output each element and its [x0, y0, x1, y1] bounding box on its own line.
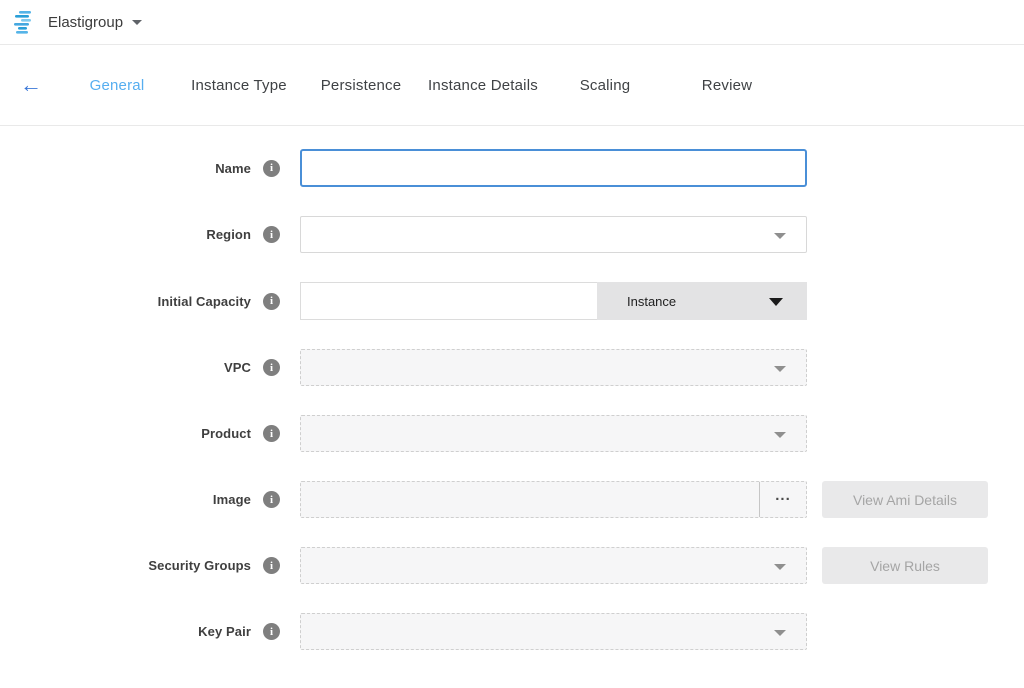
capacity-unit-value: Instance [627, 294, 676, 309]
capacity-unit-select[interactable]: Instance [597, 282, 807, 320]
vpc-label: VPC [0, 360, 251, 375]
form-row-security-groups: Security Groups i View Rules [0, 547, 1024, 584]
security-groups-label: Security Groups [0, 558, 251, 573]
tab-instance-type[interactable]: Instance Type [178, 77, 300, 94]
key-pair-select [300, 613, 807, 650]
tab-scaling[interactable]: Scaling [544, 77, 666, 94]
initial-capacity-input[interactable] [300, 282, 597, 320]
view-ami-details-button[interactable]: View Ami Details [822, 481, 988, 518]
key-pair-label: Key Pair [0, 624, 251, 639]
initial-capacity-label: Initial Capacity [0, 294, 251, 309]
chevron-down-icon [769, 298, 783, 306]
security-groups-select [300, 547, 807, 584]
chevron-down-icon [774, 432, 786, 438]
product-label: Product [0, 426, 251, 441]
wizard-tab-bar: ← General Instance Type Persistence Inst… [0, 45, 1024, 126]
image-picker: ... [300, 481, 807, 518]
region-label: Region [0, 227, 251, 242]
info-icon[interactable]: i [263, 293, 280, 310]
chevron-down-icon[interactable] [132, 20, 142, 25]
form-row-vpc: VPC i [0, 349, 1024, 386]
general-settings-form: Name i Region i Initial Capacity i Insta… [0, 126, 1024, 650]
chevron-down-icon [774, 366, 786, 372]
info-icon[interactable]: i [263, 160, 280, 177]
form-row-product: Product i [0, 415, 1024, 452]
tab-persistence[interactable]: Persistence [300, 77, 422, 94]
name-label: Name [0, 161, 251, 176]
info-icon[interactable]: i [263, 425, 280, 442]
form-row-region: Region i [0, 216, 1024, 253]
tab-instance-details[interactable]: Instance Details [422, 77, 544, 94]
chevron-down-icon [774, 630, 786, 636]
image-browse-button[interactable]: ... [759, 482, 806, 517]
app-title[interactable]: Elastigroup [48, 14, 123, 31]
form-row-name: Name i [0, 149, 1024, 187]
app-header: Elastigroup [0, 0, 1024, 45]
image-label: Image [0, 492, 251, 507]
tab-general[interactable]: General [56, 77, 178, 94]
chevron-down-icon [774, 233, 786, 239]
form-row-image: Image i ... View Ami Details [0, 481, 1024, 518]
elastigroup-logo-icon [12, 10, 38, 34]
info-icon[interactable]: i [263, 557, 280, 574]
back-arrow-icon[interactable]: ← [18, 72, 44, 98]
image-value [301, 482, 759, 517]
tabs: General Instance Type Persistence Instan… [56, 77, 788, 94]
info-icon[interactable]: i [263, 491, 280, 508]
info-icon[interactable]: i [263, 359, 280, 376]
info-icon[interactable]: i [263, 226, 280, 243]
tab-review[interactable]: Review [666, 77, 788, 94]
info-icon[interactable]: i [263, 623, 280, 640]
name-input[interactable] [300, 149, 807, 187]
form-row-key-pair: Key Pair i [0, 613, 1024, 650]
region-select[interactable] [300, 216, 807, 253]
form-row-initial-capacity: Initial Capacity i Instance [0, 282, 1024, 320]
view-rules-button[interactable]: View Rules [822, 547, 988, 584]
product-select [300, 415, 807, 452]
chevron-down-icon [774, 564, 786, 570]
vpc-select [300, 349, 807, 386]
